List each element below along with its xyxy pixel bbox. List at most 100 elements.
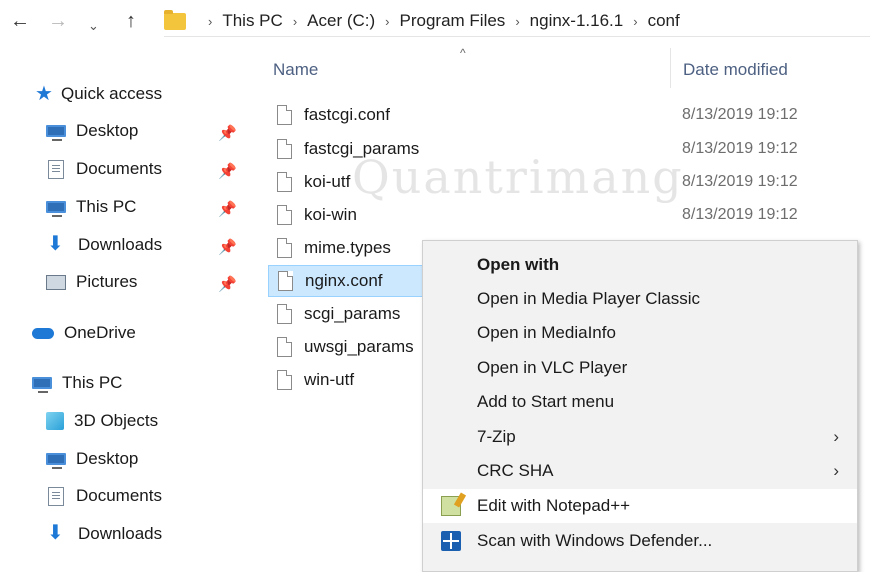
sidebar-item-label: Quick access xyxy=(61,84,163,103)
sidebar-item-this-pc[interactable]: This PC xyxy=(46,190,136,224)
cloud-icon xyxy=(32,327,54,339)
sidebar-item-desktop[interactable]: Desktop xyxy=(46,114,138,148)
menu-item-label: Scan with Windows Defender... xyxy=(477,531,713,550)
notepad-plus-plus-icon xyxy=(441,496,461,516)
menu-item-add-to-start[interactable]: Add to Start menu xyxy=(423,385,857,419)
file-row[interactable]: koi-utf xyxy=(268,166,350,198)
menu-item-crc-sha[interactable]: CRC SHA › xyxy=(423,454,857,488)
sidebar-item-label: Downloads xyxy=(78,524,163,543)
file-date: 8/13/2019 19:12 xyxy=(682,106,798,123)
back-arrow-icon[interactable]: ← xyxy=(10,8,30,34)
sidebar-item-label: Documents xyxy=(76,159,162,178)
breadcrumb-item[interactable]: nginx-1.16.1 xyxy=(530,11,624,31)
menu-item-label: Add to Start menu xyxy=(477,392,615,411)
chevron-right-icon[interactable]: › xyxy=(515,14,519,29)
sidebar-item-label: 3D Objects xyxy=(74,411,159,430)
menu-item-edit-notepad-plus-plus[interactable]: Edit with Notepad++ xyxy=(423,489,857,523)
sidebar-item-3d-objects[interactable]: 3D Objects xyxy=(46,404,158,438)
up-arrow-icon[interactable]: ↑ xyxy=(126,8,136,34)
breadcrumb-item[interactable]: This PC xyxy=(222,11,282,31)
star-icon xyxy=(35,81,57,106)
file-icon xyxy=(277,370,292,390)
menu-item-open-with[interactable]: Open with xyxy=(423,248,857,282)
menu-item-open-media-player-classic[interactable]: Open in Media Player Classic xyxy=(423,282,857,316)
file-name: mime.types xyxy=(304,238,391,257)
pin-icon[interactable]: 📌 xyxy=(218,124,237,142)
sidebar-item-documents-2[interactable]: Documents xyxy=(48,479,162,513)
watermark: Quantrimang xyxy=(352,150,684,204)
documents-icon xyxy=(48,159,64,179)
sidebar-item-documents[interactable]: Documents xyxy=(48,152,162,186)
file-name: nginx.conf xyxy=(305,271,383,290)
pin-icon[interactable]: 📌 xyxy=(218,275,237,293)
this-pc-icon xyxy=(32,377,52,393)
file-row[interactable]: fastcgi.conf xyxy=(268,99,390,131)
file-row[interactable]: mime.types xyxy=(268,232,391,264)
column-header-date-modified[interactable]: Date modified xyxy=(683,60,788,80)
navigation-pane: Quick access Desktop 📌 Documents 📌 This … xyxy=(0,44,250,562)
pin-icon[interactable]: 📌 xyxy=(218,200,237,218)
file-name: koi-win xyxy=(304,205,357,224)
menu-item-label: Open in MediaInfo xyxy=(477,323,616,342)
file-icon xyxy=(277,337,292,357)
menu-item-open-vlc[interactable]: Open in VLC Player xyxy=(423,351,857,385)
sidebar-item-label: OneDrive xyxy=(64,323,136,342)
sidebar-item-label: Desktop xyxy=(76,121,139,140)
recent-locations-chevron-icon[interactable]: ⌄ xyxy=(88,13,99,39)
context-menu: Open with Open in Media Player Classic O… xyxy=(422,240,858,572)
sidebar-item-this-pc-root[interactable]: This PC xyxy=(32,366,122,400)
sidebar-item-onedrive[interactable]: OneDrive xyxy=(32,316,136,350)
file-icon xyxy=(278,271,293,291)
menu-item-label: Open in VLC Player xyxy=(477,358,628,377)
sidebar-item-pictures[interactable]: Pictures xyxy=(46,265,137,299)
file-row[interactable]: koi-win xyxy=(268,199,357,231)
column-divider[interactable] xyxy=(670,48,671,88)
menu-item-open-mediainfo[interactable]: Open in MediaInfo xyxy=(423,316,857,350)
file-row-selected[interactable]: nginx.conf xyxy=(268,265,428,297)
menu-item-label: Edit with Notepad++ xyxy=(477,496,631,515)
file-icon xyxy=(277,238,292,258)
menu-item-7zip[interactable]: 7-Zip › xyxy=(423,420,857,454)
file-icon xyxy=(277,139,292,159)
column-header-name[interactable]: Name xyxy=(273,60,318,80)
sidebar-item-quick-access[interactable]: Quick access xyxy=(35,77,162,111)
sidebar-item-downloads[interactable]: Downloads xyxy=(46,228,162,262)
desktop-icon xyxy=(46,125,66,141)
menu-item-label: CRC SHA xyxy=(477,461,554,480)
breadcrumb[interactable]: › This PC › Acer (C:) › Program Files › … xyxy=(164,6,870,37)
pin-icon[interactable]: 📌 xyxy=(218,162,237,180)
sidebar-item-label: Downloads xyxy=(78,235,163,254)
file-icon xyxy=(277,304,292,324)
sidebar-item-label: Documents xyxy=(76,486,162,505)
sidebar-item-label: This PC xyxy=(76,197,137,216)
folder-icon xyxy=(164,9,186,30)
file-name: koi-utf xyxy=(304,172,351,191)
breadcrumb-item[interactable]: Acer (C:) xyxy=(307,11,375,31)
breadcrumb-item[interactable]: conf xyxy=(648,11,680,31)
sidebar-item-label: Pictures xyxy=(76,272,138,291)
file-icon xyxy=(277,172,292,192)
sort-ascending-icon: ^ xyxy=(460,46,466,60)
sidebar-item-label: This PC xyxy=(62,373,123,392)
chevron-right-icon[interactable]: › xyxy=(293,14,297,29)
address-bar: ← → ⌄ ↑ › This PC › Acer (C:) › Program … xyxy=(0,0,870,44)
menu-item-scan-windows-defender[interactable]: Scan with Windows Defender... xyxy=(423,524,857,558)
file-row[interactable]: win-utf xyxy=(268,364,354,396)
chevron-right-icon[interactable]: › xyxy=(633,14,637,29)
file-row[interactable]: scgi_params xyxy=(268,298,400,330)
file-date: 8/13/2019 19:12 xyxy=(682,206,798,223)
downloads-icon xyxy=(46,520,68,545)
forward-arrow-icon[interactable]: → xyxy=(48,8,68,34)
menu-item-label: Open with xyxy=(477,255,560,274)
sidebar-item-desktop-2[interactable]: Desktop xyxy=(46,442,138,476)
file-row[interactable]: uwsgi_params xyxy=(268,331,414,363)
file-name: win-utf xyxy=(304,370,355,389)
chevron-right-icon: › xyxy=(833,427,839,446)
sidebar-item-downloads-2[interactable]: Downloads xyxy=(46,517,162,551)
chevron-right-icon[interactable]: › xyxy=(385,14,389,29)
desktop-icon xyxy=(46,453,66,469)
breadcrumb-item[interactable]: Program Files xyxy=(400,11,506,31)
pin-icon[interactable]: 📌 xyxy=(218,238,237,256)
chevron-right-icon[interactable]: › xyxy=(208,14,212,29)
this-pc-icon xyxy=(46,201,66,217)
